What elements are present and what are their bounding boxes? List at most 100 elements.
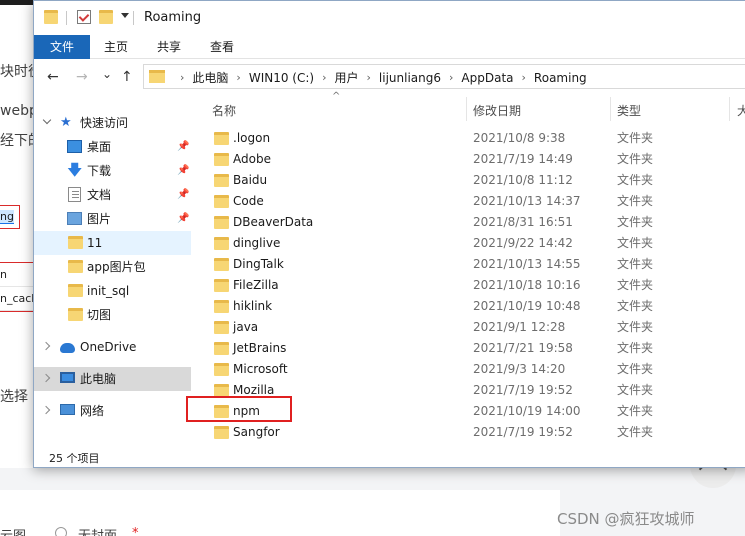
column-size[interactable]: 大 <box>737 102 745 119</box>
file-type: 文件夹 <box>617 257 654 271</box>
file-row[interactable]: .logon 2021/10/8 9:38 文件夹 <box>192 128 745 149</box>
column-type[interactable]: 类型 <box>617 102 641 119</box>
breadcrumb-user[interactable]: lijunliang6 <box>379 71 441 85</box>
file-date-modified: 2021/9/1 12:28 <box>473 320 566 334</box>
file-row[interactable]: Baidu 2021/10/8 11:12 文件夹 <box>192 170 745 191</box>
breadcrumb-separator[interactable]: › <box>449 71 453 84</box>
folder-icon <box>214 342 229 355</box>
cloud-icon <box>60 343 75 353</box>
chevron-right-icon[interactable] <box>41 405 51 415</box>
pin-icon[interactable]: 📌 <box>177 159 189 183</box>
file-name: Adobe <box>233 152 271 166</box>
file-date-modified: 2021/10/19 10:48 <box>473 299 581 313</box>
properties-icon[interactable] <box>77 10 91 24</box>
pin-icon[interactable]: 📌 <box>177 135 189 159</box>
new-folder-icon[interactable] <box>99 10 113 24</box>
background-text-cloud: 云图 <box>0 525 26 536</box>
no-cover-radio[interactable] <box>55 527 67 536</box>
picture-icon <box>67 212 82 225</box>
file-type: 文件夹 <box>617 299 654 313</box>
breadcrumb-this-pc[interactable]: 此电脑 <box>192 69 228 86</box>
sidebar-item-folder-slices[interactable]: 切图 <box>34 303 191 327</box>
breadcrumb-separator[interactable]: › <box>367 71 371 84</box>
chevron-right-icon[interactable] <box>41 341 51 351</box>
file-row[interactable]: DBeaverData 2021/8/31 16:51 文件夹 <box>192 212 745 233</box>
folder-icon <box>214 132 229 145</box>
breadcrumb-separator[interactable]: › <box>322 71 326 84</box>
chevron-down-icon[interactable] <box>42 115 52 125</box>
folder-icon <box>214 153 229 166</box>
file-name: JetBrains <box>233 341 287 355</box>
computer-icon <box>60 372 75 383</box>
pin-icon[interactable]: 📌 <box>177 207 189 231</box>
background-list-item[interactable]: n_cach <box>0 287 33 311</box>
file-name: .logon <box>233 131 271 145</box>
file-type: 文件夹 <box>617 404 654 418</box>
background-input-field[interactable]: ng <box>0 205 20 229</box>
sidebar-item-folder-11[interactable]: 11 <box>34 231 191 255</box>
sidebar-item-label: 网络 <box>80 404 105 418</box>
divider <box>66 11 67 25</box>
folder-icon <box>68 236 83 249</box>
breadcrumb-users[interactable]: 用户 <box>334 69 358 86</box>
file-row[interactable]: hiklink 2021/10/19 10:48 文件夹 <box>192 296 745 317</box>
sidebar-item-documents[interactable]: 文档 📌 <box>34 183 191 207</box>
folder-icon <box>214 258 229 271</box>
sidebar-item-quick-access[interactable]: ★ 快速访问 <box>34 111 191 135</box>
divider <box>466 97 467 121</box>
breadcrumb-separator[interactable]: › <box>236 71 240 84</box>
up-button[interactable]: ↑ <box>121 70 133 84</box>
sidebar-item-folder-init-sql[interactable]: init_sql <box>34 279 191 303</box>
sidebar-item-this-pc[interactable]: 此电脑 <box>34 367 191 391</box>
breadcrumb-separator[interactable]: › <box>522 71 526 84</box>
tab-file[interactable]: 文件 <box>34 35 90 59</box>
file-type: 文件夹 <box>617 215 654 229</box>
file-type: 文件夹 <box>617 278 654 292</box>
column-date-modified[interactable]: 修改日期 <box>473 102 521 119</box>
forward-button[interactable]: → <box>76 70 88 84</box>
file-date-modified: 2021/9/22 14:42 <box>473 236 573 250</box>
item-count: 25 个项目 <box>49 452 100 465</box>
file-row[interactable]: JetBrains 2021/7/21 19:58 文件夹 <box>192 338 745 359</box>
file-row[interactable]: FileZilla 2021/10/18 10:16 文件夹 <box>192 275 745 296</box>
file-type: 文件夹 <box>617 320 654 334</box>
tab-view[interactable]: 查看 <box>200 35 244 59</box>
sidebar-item-network[interactable]: 网络 <box>34 399 191 423</box>
file-row[interactable]: DingTalk 2021/10/13 14:55 文件夹 <box>192 254 745 275</box>
file-row[interactable]: Sangfor 2021/7/19 19:52 文件夹 <box>192 422 745 443</box>
sidebar-item-downloads[interactable]: 🡇 下载 📌 <box>34 159 191 183</box>
folder-icon <box>68 308 83 321</box>
folder-icon <box>214 216 229 229</box>
sidebar-item-pictures[interactable]: 图片 📌 <box>34 207 191 231</box>
sidebar-item-desktop[interactable]: 桌面 📌 <box>34 135 191 159</box>
address-bar[interactable]: › 此电脑 › WIN10 (C:) › 用户 › lijunliang6 › … <box>143 64 745 89</box>
pin-icon[interactable]: 📌 <box>177 183 189 207</box>
tab-home[interactable]: 主页 <box>94 35 138 59</box>
breadcrumb-roaming[interactable]: Roaming <box>534 71 587 85</box>
file-row[interactable]: java 2021/9/1 12:28 文件夹 <box>192 317 745 338</box>
chevron-right-icon[interactable] <box>41 373 51 383</box>
file-row[interactable]: Adobe 2021/7/19 14:49 文件夹 <box>192 149 745 170</box>
background-list-item[interactable]: n <box>0 263 33 287</box>
file-row[interactable]: Microsoft 2021/9/3 14:20 文件夹 <box>192 359 745 380</box>
breadcrumb-drive-c[interactable]: WIN10 (C:) <box>249 71 314 85</box>
customize-toolbar-icon[interactable] <box>121 13 129 18</box>
sidebar-item-label: 11 <box>87 236 103 250</box>
sidebar-item-onedrive[interactable]: OneDrive <box>34 335 191 359</box>
breadcrumb-appdata[interactable]: AppData <box>461 71 513 85</box>
recent-locations-button[interactable]: ⌄ <box>102 67 112 81</box>
file-date-modified: 2021/7/19 14:49 <box>473 152 573 166</box>
back-button[interactable]: ← <box>47 70 59 84</box>
file-explorer-window: Roaming 文件 主页 共享 查看 ← → ⌄ ↑ › 此电脑 › WIN1… <box>33 0 745 468</box>
column-name[interactable]: 名称 <box>212 102 236 119</box>
file-row[interactable]: Code 2021/10/13 14:37 文件夹 <box>192 191 745 212</box>
file-name: dinglive <box>233 236 281 250</box>
navigation-pane: ★ 快速访问 桌面 📌 🡇 下载 📌 文档 📌 图片 📌 11 app图片包 i… <box>34 95 192 440</box>
file-date-modified: 2021/7/19 19:52 <box>473 383 573 397</box>
file-row[interactable]: dinglive 2021/9/22 14:42 文件夹 <box>192 233 745 254</box>
sidebar-item-folder-app[interactable]: app图片包 <box>34 255 191 279</box>
sidebar-item-label: 下载 <box>87 164 112 178</box>
file-date-modified: 2021/10/8 11:12 <box>473 173 573 187</box>
tab-share[interactable]: 共享 <box>147 35 191 59</box>
background-list: n n_cach <box>0 262 34 312</box>
